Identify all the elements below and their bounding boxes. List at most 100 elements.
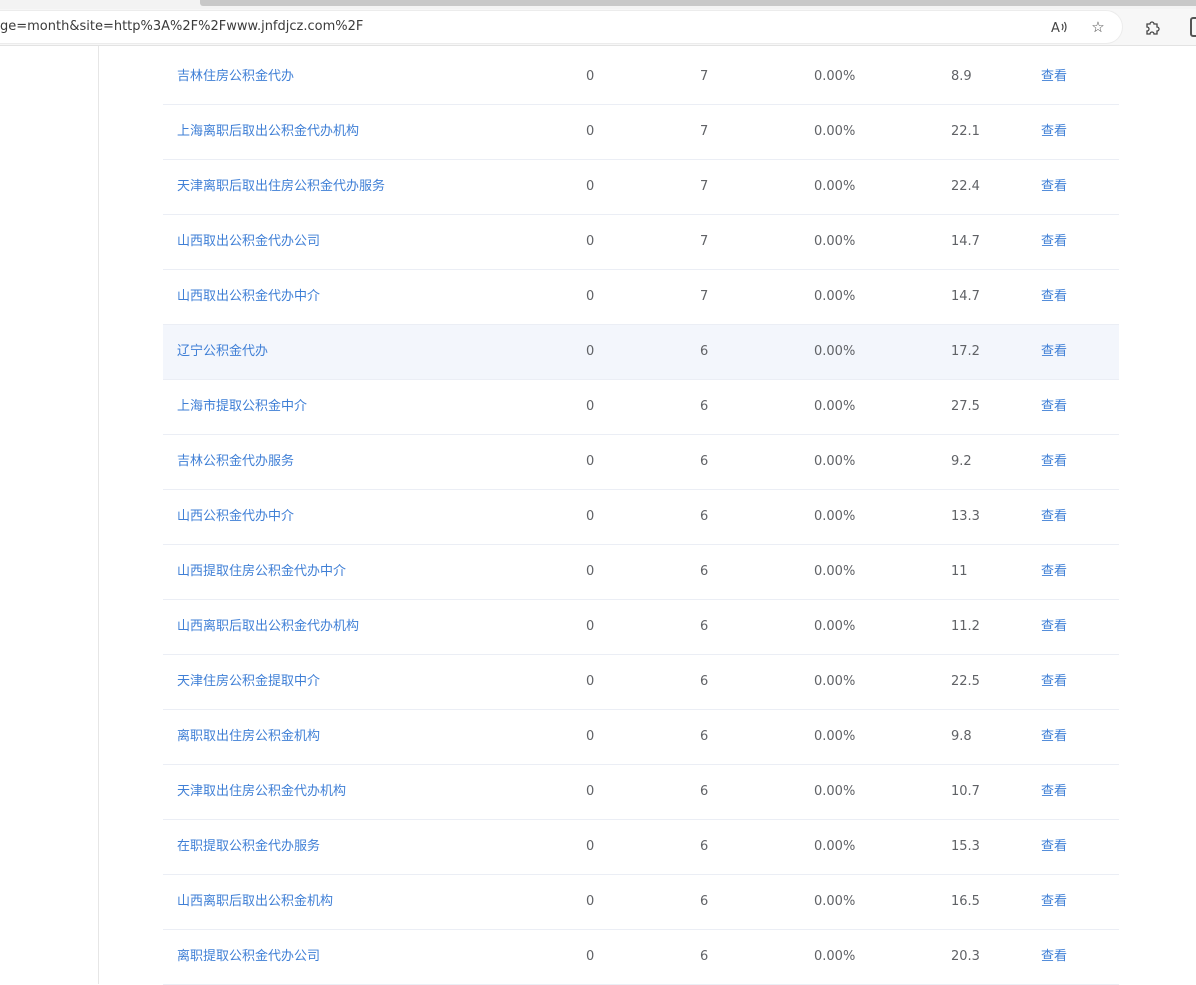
metric-col4: 17.2 xyxy=(951,344,980,359)
keyword-link[interactable]: 上海市提取公积金中介 xyxy=(177,380,307,434)
address-url-text[interactable]: ge=month&site=http%3A%2F%2Fwww.jnfdjcz.c… xyxy=(0,19,363,34)
metric-col4: 16.5 xyxy=(951,894,980,909)
view-link[interactable]: 查看 xyxy=(1041,215,1067,269)
star-icon[interactable]: ☆ xyxy=(1088,17,1108,37)
keyword-link[interactable]: 山西取出公积金代办中介 xyxy=(177,270,320,324)
puzzle-icon[interactable] xyxy=(1143,17,1163,37)
metric-col2: 7 xyxy=(700,69,709,84)
metric-col1: 0 xyxy=(586,894,595,909)
table-row: 在职提取公积金代办服务 0 6 0.00% 15.3 查看 xyxy=(163,820,1119,875)
metric-col1: 0 xyxy=(586,234,595,249)
view-link[interactable]: 查看 xyxy=(1041,545,1067,599)
view-link[interactable]: 查看 xyxy=(1041,380,1067,434)
metric-col4: 13.3 xyxy=(951,509,980,524)
view-link[interactable]: 查看 xyxy=(1041,50,1067,104)
content-divider xyxy=(98,46,99,984)
metric-col2: 6 xyxy=(700,674,709,689)
table-row: 辽宁公积金代办 0 6 0.00% 17.2 查看 xyxy=(163,325,1119,380)
keyword-link[interactable]: 在职提取公积金代办服务 xyxy=(177,820,320,874)
metric-col2: 6 xyxy=(700,839,709,854)
keyword-link[interactable]: 山西离职后取出公积金机构 xyxy=(177,875,333,929)
metric-col3: 0.00% xyxy=(814,289,856,304)
metric-col1: 0 xyxy=(586,839,595,854)
metric-col2: 6 xyxy=(700,619,709,634)
table-row: 离职提取公积金代办公司 0 6 0.00% 20.3 查看 xyxy=(163,930,1119,985)
keyword-link[interactable]: 山西公积金代办中介 xyxy=(177,490,294,544)
view-link[interactable]: 查看 xyxy=(1041,930,1067,984)
metric-col3: 0.00% xyxy=(814,344,856,359)
table-row: 山西取出公积金代办中介 0 7 0.00% 14.7 查看 xyxy=(163,270,1119,325)
metric-col4: 27.5 xyxy=(951,399,980,414)
table-row: 天津取出住房公积金代办机构 0 6 0.00% 10.7 查看 xyxy=(163,765,1119,820)
metric-col4: 10.7 xyxy=(951,784,980,799)
table-row: 山西离职后取出公积金代办机构 0 6 0.00% 11.2 查看 xyxy=(163,600,1119,655)
tab-strip xyxy=(0,0,1196,9)
metric-col1: 0 xyxy=(586,69,595,84)
table-row: 吉林公积金代办服务 0 6 0.00% 9.2 查看 xyxy=(163,435,1119,490)
metric-col3: 0.00% xyxy=(814,234,856,249)
address-bar[interactable]: ge=month&site=http%3A%2F%2Fwww.jnfdjcz.c… xyxy=(0,11,1122,43)
view-link[interactable]: 查看 xyxy=(1041,655,1067,709)
metric-col2: 7 xyxy=(700,234,709,249)
view-link[interactable]: 查看 xyxy=(1041,710,1067,764)
metric-col3: 0.00% xyxy=(814,179,856,194)
keyword-link[interactable]: 天津取出住房公积金代办机构 xyxy=(177,765,346,819)
metric-col1: 0 xyxy=(586,289,595,304)
metric-col1: 0 xyxy=(586,509,595,524)
metric-col3: 0.00% xyxy=(814,784,856,799)
metric-col3: 0.00% xyxy=(814,399,856,414)
tab-strip-scrollbar[interactable] xyxy=(200,0,1196,6)
metric-col2: 6 xyxy=(700,784,709,799)
metric-col3: 0.00% xyxy=(814,894,856,909)
metric-col1: 0 xyxy=(586,564,595,579)
metric-col1: 0 xyxy=(586,454,595,469)
view-link[interactable]: 查看 xyxy=(1041,820,1067,874)
keyword-table: 吉林住房公积金代办 0 7 0.00% 8.9 查看 上海离职后取出公积金代办机构 0 7 0.0… xyxy=(163,50,1119,985)
keyword-link[interactable]: 上海离职后取出公积金代办机构 xyxy=(177,105,359,159)
keyword-link[interactable]: 离职提取公积金代办公司 xyxy=(177,930,320,984)
view-link[interactable]: 查看 xyxy=(1041,325,1067,379)
keyword-link[interactable]: 吉林公积金代办服务 xyxy=(177,435,294,489)
metric-col4: 22.5 xyxy=(951,674,980,689)
metric-col3: 0.00% xyxy=(814,619,856,634)
view-link[interactable]: 查看 xyxy=(1041,270,1067,324)
metric-col3: 0.00% xyxy=(814,509,856,524)
metric-col2: 7 xyxy=(700,124,709,139)
keyword-link[interactable]: 吉林住房公积金代办 xyxy=(177,50,294,104)
table-row: 天津离职后取出住房公积金代办服务 0 7 0.00% 22.4 查看 xyxy=(163,160,1119,215)
view-link[interactable]: 查看 xyxy=(1041,875,1067,929)
metric-col3: 0.00% xyxy=(814,729,856,744)
view-link[interactable]: 查看 xyxy=(1041,160,1067,214)
table-row: 上海市提取公积金中介 0 6 0.00% 27.5 查看 xyxy=(163,380,1119,435)
extensions-glyph xyxy=(1146,21,1160,35)
view-link[interactable]: 查看 xyxy=(1041,765,1067,819)
metric-col4: 22.4 xyxy=(951,179,980,194)
view-link[interactable]: 查看 xyxy=(1041,435,1067,489)
table-row: 山西提取住房公积金代办中介 0 6 0.00% 11 查看 xyxy=(163,545,1119,600)
browser-toolbar: ge=month&site=http%3A%2F%2Fwww.jnfdjcz.c… xyxy=(0,9,1196,46)
metric-col4: 22.1 xyxy=(951,124,980,139)
keyword-link[interactable]: 辽宁公积金代办 xyxy=(177,325,268,379)
svg-text:A: A xyxy=(1051,21,1060,35)
view-link[interactable]: 查看 xyxy=(1041,105,1067,159)
view-link[interactable]: 查看 xyxy=(1041,600,1067,654)
sidebar-toggle-icon[interactable] xyxy=(1190,17,1196,37)
view-link[interactable]: 查看 xyxy=(1041,490,1067,544)
keyword-link[interactable]: 天津离职后取出住房公积金代办服务 xyxy=(177,160,385,214)
metric-col3: 0.00% xyxy=(814,69,856,84)
metric-col1: 0 xyxy=(586,949,595,964)
keyword-link[interactable]: 离职取出住房公积金机构 xyxy=(177,710,320,764)
metric-col3: 0.00% xyxy=(814,839,856,854)
read-aloud-icon[interactable]: A xyxy=(1050,17,1070,37)
metric-col1: 0 xyxy=(586,784,595,799)
metric-col3: 0.00% xyxy=(814,674,856,689)
keyword-link[interactable]: 山西离职后取出公积金代办机构 xyxy=(177,600,359,654)
metric-col3: 0.00% xyxy=(814,564,856,579)
metric-col1: 0 xyxy=(586,344,595,359)
keyword-link[interactable]: 天津住房公积金提取中介 xyxy=(177,655,320,709)
metric-col4: 14.7 xyxy=(951,234,980,249)
keyword-link[interactable]: 山西提取住房公积金代办中介 xyxy=(177,545,346,599)
metric-col1: 0 xyxy=(586,179,595,194)
keyword-link[interactable]: 山西取出公积金代办公司 xyxy=(177,215,320,269)
metric-col4: 11 xyxy=(951,564,968,579)
